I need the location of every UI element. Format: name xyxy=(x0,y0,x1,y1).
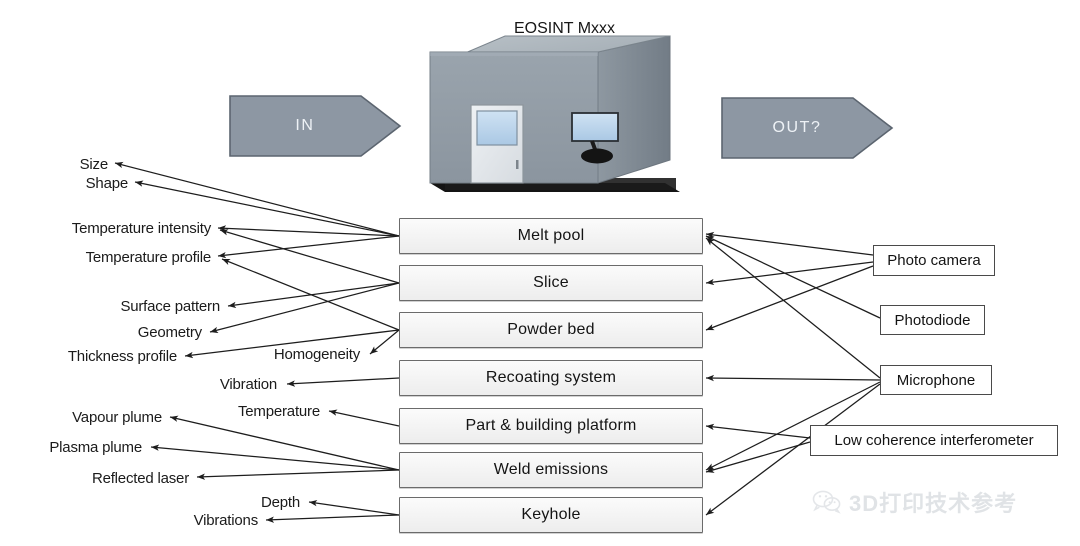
measurand-label: Surface pattern xyxy=(120,298,220,315)
process-box[interactable]: Weld emissions xyxy=(399,452,703,488)
measurand-label: Vibration xyxy=(219,376,277,393)
measurand-label: Vapour plume xyxy=(72,409,162,426)
process-box-label: Powder bed xyxy=(507,321,595,338)
process-box[interactable]: Slice xyxy=(399,265,703,301)
measurand-connector xyxy=(196,469,400,480)
measurand-connector xyxy=(227,282,400,309)
process-box-label: Melt pool xyxy=(517,227,585,244)
measurand-connector xyxy=(217,235,400,259)
measurand-label: Plasma plume xyxy=(49,439,142,456)
measurand-connector xyxy=(169,415,400,471)
measurand-connector xyxy=(265,514,400,523)
in-arrow-label: IN xyxy=(295,117,315,134)
process-box-label: Keyhole xyxy=(521,506,581,523)
process-box[interactable]: Melt pool xyxy=(399,218,703,254)
measurand-connector xyxy=(150,444,400,471)
sensor-box-label: Photo camera xyxy=(887,252,981,269)
sensor-connector xyxy=(705,423,811,439)
process-box[interactable]: Part & building platform xyxy=(399,408,703,444)
sensor-box[interactable]: Microphone xyxy=(880,365,992,395)
process-box-label: Recoating system xyxy=(485,369,617,386)
measurand-connector xyxy=(328,409,400,427)
measurand-label: Reflected laser xyxy=(91,470,189,487)
sensor-connector xyxy=(705,374,881,382)
measurand-label: Thickness profile xyxy=(67,348,177,365)
process-box[interactable]: Keyhole xyxy=(399,497,703,533)
measurand-connector xyxy=(286,377,400,387)
measurand-label: Temperature intensity xyxy=(71,220,211,237)
sensor-connector xyxy=(705,231,874,256)
out-arrow-label: OUT? xyxy=(772,119,822,136)
measurand-label: Vibrations xyxy=(193,512,259,529)
sensor-box-label: Microphone xyxy=(896,371,976,389)
process-box-label: Weld emissions xyxy=(493,461,609,478)
diagram-canvas: EOSINT Mxxx IN OUT? Melt pool Slice Powd… xyxy=(0,0,1080,546)
sensor-connector xyxy=(705,441,811,473)
measurand-label: Temperature xyxy=(237,403,320,420)
measurand-connector xyxy=(219,229,400,284)
sensor-box-label: Low coherence interferometer xyxy=(834,432,1034,449)
sensor-connector xyxy=(705,235,881,319)
process-box-label: Slice xyxy=(533,274,569,291)
process-box-label: Part & building platform xyxy=(465,417,637,434)
measurand-connector xyxy=(221,258,400,331)
measurand-label: Homogeneity xyxy=(273,346,360,363)
measurand-connector xyxy=(308,499,400,516)
sensor-box[interactable]: Photo camera xyxy=(873,245,995,276)
process-box[interactable]: Powder bed xyxy=(399,312,703,348)
measurand-label: Shape xyxy=(85,175,129,192)
measurand-connector xyxy=(209,282,400,334)
measurand-label: Geometry xyxy=(137,324,202,341)
measurand-label: Temperature profile xyxy=(85,249,212,266)
sensor-box[interactable]: Low coherence interferometer xyxy=(810,425,1058,456)
process-box[interactable]: Recoating system xyxy=(399,360,703,396)
measurand-label: Depth xyxy=(260,494,300,511)
sensor-connector xyxy=(705,261,874,286)
sensor-box-label: Photodiode xyxy=(894,311,971,329)
sensor-box[interactable]: Photodiode xyxy=(880,305,985,335)
measurand-label: Size xyxy=(79,156,109,173)
sensor-connector xyxy=(705,237,881,379)
